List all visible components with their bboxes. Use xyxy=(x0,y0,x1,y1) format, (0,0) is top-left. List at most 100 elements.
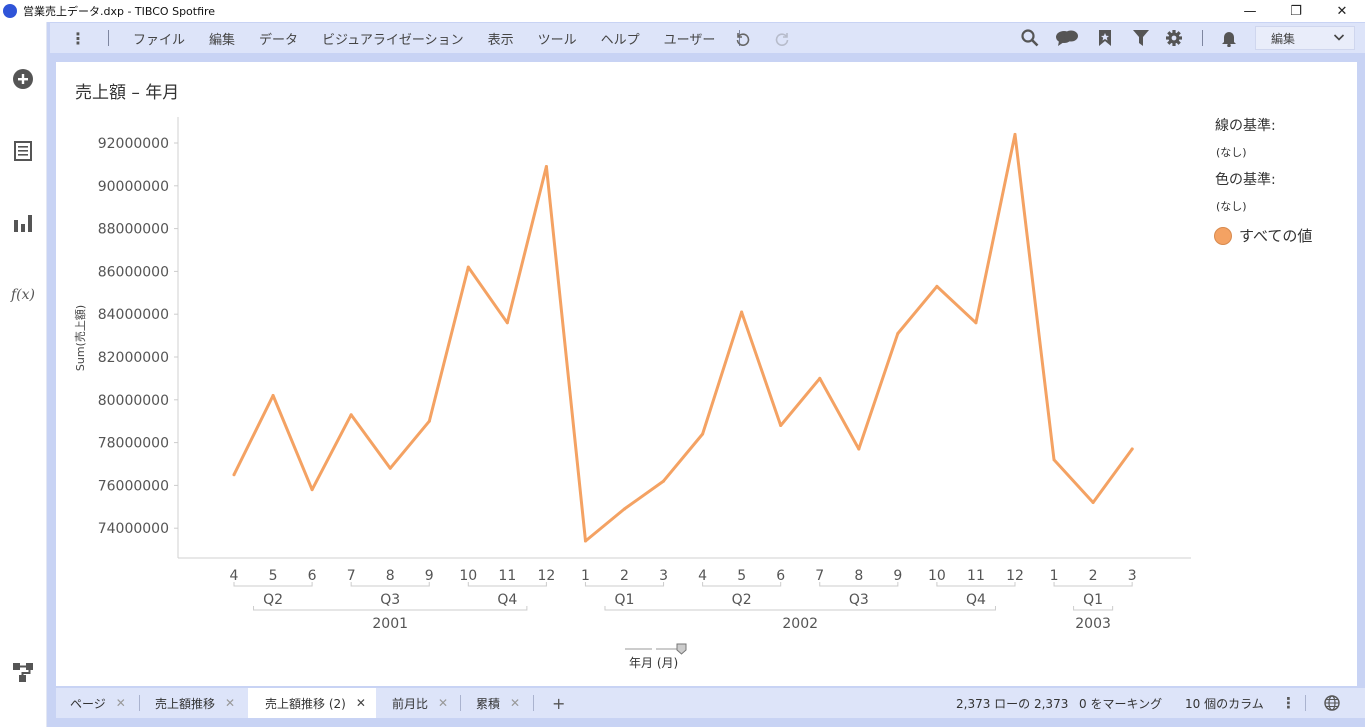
year-bracket xyxy=(604,606,996,611)
x-tick-label-month: 11 xyxy=(498,568,516,584)
row-count-status: 2,373 ローの 2,373 xyxy=(956,696,1069,711)
y-axis-title: Sum(売上額) xyxy=(74,305,87,371)
data-point[interactable] xyxy=(740,310,744,314)
data-point[interactable] xyxy=(1091,501,1095,505)
close-tab-icon[interactable]: ✕ xyxy=(510,696,520,710)
x-tick-label-month: 6 xyxy=(776,568,785,584)
x-tick-label-quarter: Q4 xyxy=(497,592,517,608)
x-tick-label-month: 4 xyxy=(230,568,239,584)
page-tab-bar: ページ ✕ 売上額推移 ✕ 売上額推移 (2) ✕ 前月比 ✕ 累積 ✕ + 2,373 … xyxy=(56,688,1365,718)
globe-icon[interactable] xyxy=(1324,688,1340,718)
data-point[interactable] xyxy=(974,321,978,325)
data-point[interactable] xyxy=(818,376,822,380)
x-tick-label-month: 3 xyxy=(659,568,668,584)
legend-item-all-values[interactable]: すべての値 xyxy=(1214,225,1312,246)
status-separator xyxy=(1305,695,1306,711)
close-tab-icon[interactable]: ✕ xyxy=(225,696,235,710)
legend-line-by-value[interactable]: (なし) xyxy=(1216,144,1247,160)
data-point[interactable] xyxy=(1130,447,1134,451)
x-tick-label-month: 1 xyxy=(1050,568,1059,584)
x-tick-label-month: 5 xyxy=(269,568,278,584)
data-point[interactable] xyxy=(1013,132,1017,136)
x-tick-label-month: 7 xyxy=(347,568,356,584)
data-point[interactable] xyxy=(857,447,861,451)
legend-line-by-label: 線の基準: xyxy=(1215,118,1276,134)
x-tick-label-month: 10 xyxy=(928,568,946,584)
data-point[interactable] xyxy=(505,321,509,325)
x-tick-label-month: 1 xyxy=(581,568,590,584)
data-point[interactable] xyxy=(701,432,705,436)
tab-label: 売上額推移 (2) xyxy=(265,696,346,711)
y-tick-label: 90000000 xyxy=(98,179,169,195)
close-tab-icon[interactable]: ✕ xyxy=(356,696,366,710)
data-point[interactable] xyxy=(1052,458,1056,462)
x-tick-label-quarter: Q2 xyxy=(263,592,283,608)
y-tick-label: 84000000 xyxy=(98,307,169,323)
data-point[interactable] xyxy=(662,479,666,483)
close-tab-icon[interactable]: ✕ xyxy=(116,696,126,710)
marked-count-status[interactable]: 0 をマーキング xyxy=(1079,688,1162,718)
series-line[interactable] xyxy=(232,132,1134,543)
column-count-status[interactable]: 10 個のカラム xyxy=(1185,688,1264,718)
y-tick-label: 78000000 xyxy=(98,436,169,452)
data-point[interactable] xyxy=(779,423,783,427)
data-point[interactable] xyxy=(583,539,587,543)
x-tick-label-month: 8 xyxy=(386,568,395,584)
tab-cumulative[interactable]: 累積 ✕ xyxy=(476,688,520,718)
y-tick-label: 86000000 xyxy=(98,264,169,280)
status-more-menu-icon[interactable]: ⋮ xyxy=(1281,688,1296,718)
data-point[interactable] xyxy=(427,419,431,423)
data-point[interactable] xyxy=(466,265,470,269)
tab-sales-trend[interactable]: 売上額推移 ✕ xyxy=(155,688,235,718)
tab-separator xyxy=(139,695,140,711)
x-tick-label-year: 2001 xyxy=(372,616,408,632)
tab-separator xyxy=(533,695,534,711)
tab-separator xyxy=(460,695,461,711)
data-point[interactable] xyxy=(232,473,236,477)
tab-label: ページ xyxy=(70,696,106,711)
tab-label: 前月比 xyxy=(392,696,429,711)
x-tick-label-quarter: Q1 xyxy=(1083,592,1103,608)
data-point[interactable] xyxy=(544,165,548,169)
data-point[interactable] xyxy=(388,466,392,470)
x-tick-label-month: 8 xyxy=(854,568,863,584)
legend-color-swatch xyxy=(1214,226,1232,245)
x-tick-label-month: 4 xyxy=(698,568,707,584)
tab-label: 累積 xyxy=(476,696,501,711)
add-page-button[interactable]: + xyxy=(552,688,565,718)
x-axis-selector-label[interactable]: 年月 (月) xyxy=(629,654,678,671)
x-tick-label-quarter: Q1 xyxy=(615,592,635,608)
data-point[interactable] xyxy=(623,507,626,511)
x-tick-label-month: 3 xyxy=(1128,568,1137,584)
x-tick-label-quarter: Q4 xyxy=(966,592,986,608)
x-tick-label-year: 2002 xyxy=(782,616,818,632)
y-tick-label: 88000000 xyxy=(98,222,169,238)
x-tick-label-year: 2003 xyxy=(1075,616,1111,632)
x-tick-label-month: 2 xyxy=(620,568,629,584)
line-chart[interactable]: 74000000 76000000 78000000 80000000 82000000… xyxy=(0,0,1365,727)
data-point[interactable] xyxy=(935,284,939,288)
y-tick-label: 92000000 xyxy=(98,136,169,152)
y-tick-label: 82000000 xyxy=(98,350,169,366)
x-tick-label-month: 6 xyxy=(308,568,317,584)
y-tick-label: 74000000 xyxy=(98,521,169,537)
x-axis-range-slider[interactable] xyxy=(624,640,688,655)
x-tick-label-month: 9 xyxy=(893,568,902,584)
data-point[interactable] xyxy=(310,488,314,492)
tab-page[interactable]: ページ ✕ xyxy=(70,688,126,718)
data-point[interactable] xyxy=(271,394,275,398)
x-tick-label-month: 2 xyxy=(1089,568,1098,584)
x-tick-label-quarter: Q3 xyxy=(849,592,869,608)
tab-month-over-month[interactable]: 前月比 ✕ xyxy=(392,688,448,718)
close-tab-icon[interactable]: ✕ xyxy=(438,696,448,710)
x-tick-label-month: 7 xyxy=(815,568,824,584)
x-tick-label-quarter: Q2 xyxy=(732,592,752,608)
x-tick-label-quarter: Q3 xyxy=(380,592,400,608)
x-tick-label-month: 10 xyxy=(459,568,477,584)
x-tick-label-month: 11 xyxy=(967,568,985,584)
legend-color-by-value[interactable]: (なし) xyxy=(1216,198,1247,214)
data-point[interactable] xyxy=(896,331,900,335)
data-point[interactable] xyxy=(349,413,353,417)
tab-sales-trend-2[interactable]: 売上額推移 (2) ✕ xyxy=(248,688,376,718)
legend-item-label: すべての値 xyxy=(1239,227,1313,245)
